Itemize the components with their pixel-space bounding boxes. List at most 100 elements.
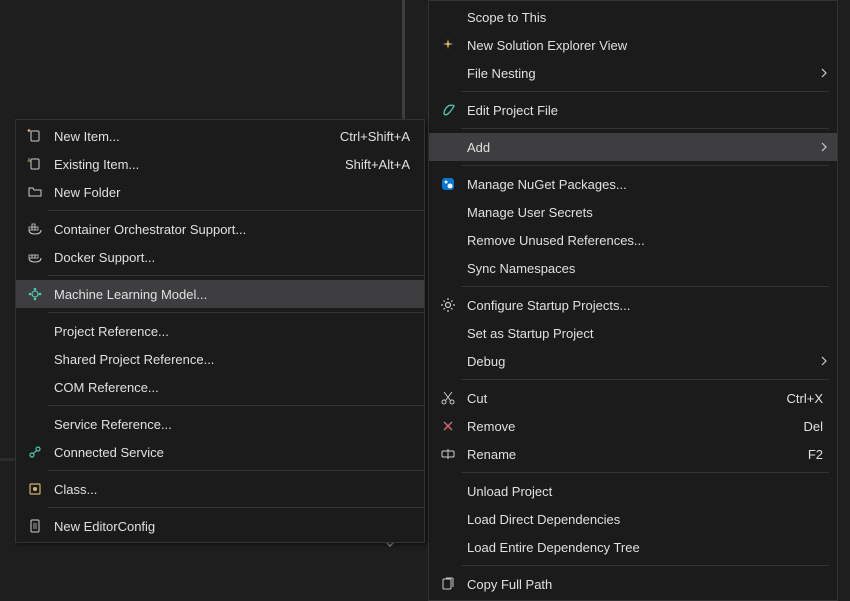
nuget-icon xyxy=(435,173,461,195)
menu-separator xyxy=(461,565,829,566)
menu-shortcut: Shift+Alt+A xyxy=(345,157,418,172)
class-icon xyxy=(22,478,48,500)
context-submenu-add: New Item... Ctrl+Shift+A Existing Item..… xyxy=(15,119,425,543)
menu-separator xyxy=(461,472,829,473)
empty-icon xyxy=(22,348,48,370)
menu-label: COM Reference... xyxy=(48,380,418,395)
menu-separator xyxy=(48,507,424,508)
container-icon xyxy=(22,218,48,240)
gear-icon xyxy=(435,294,461,316)
menu-debug[interactable]: Debug xyxy=(429,347,837,375)
empty-icon xyxy=(435,136,461,158)
empty-icon xyxy=(435,62,461,84)
menu-label: Cut xyxy=(461,391,787,406)
rename-icon xyxy=(435,443,461,465)
folder-icon xyxy=(22,181,48,203)
menu-load-entire-tree[interactable]: Load Entire Dependency Tree xyxy=(429,533,837,561)
menu-label: New Solution Explorer View xyxy=(461,38,831,53)
menu-label: Service Reference... xyxy=(48,417,418,432)
menu-label: Sync Namespaces xyxy=(461,261,831,276)
menu-label: Rename xyxy=(461,447,808,462)
menu-label: New Folder xyxy=(48,185,418,200)
menu-label: File Nesting xyxy=(461,66,817,81)
menu-set-startup[interactable]: Set as Startup Project xyxy=(429,319,837,347)
sparkle-icon xyxy=(435,34,461,56)
menu-separator xyxy=(461,91,829,92)
menu-machine-learning-model[interactable]: Machine Learning Model... xyxy=(16,280,424,308)
edit-icon xyxy=(435,99,461,121)
menu-label: Machine Learning Model... xyxy=(48,287,418,302)
ml-icon xyxy=(22,283,48,305)
menu-separator xyxy=(461,379,829,380)
menu-shortcut: Ctrl+Shift+A xyxy=(340,129,418,144)
menu-label: Docker Support... xyxy=(48,250,418,265)
menu-manage-user-secrets[interactable]: Manage User Secrets xyxy=(429,198,837,226)
menu-label: Project Reference... xyxy=(48,324,418,339)
menu-separator xyxy=(48,470,424,471)
menu-new-solution-explorer[interactable]: New Solution Explorer View xyxy=(429,31,837,59)
menu-label: Connected Service xyxy=(48,445,418,460)
menu-edit-project-file[interactable]: Edit Project File xyxy=(429,96,837,124)
menu-remove[interactable]: Remove Del xyxy=(429,412,837,440)
empty-icon xyxy=(435,201,461,223)
menu-label: Shared Project Reference... xyxy=(48,352,418,367)
menu-rename[interactable]: Rename F2 xyxy=(429,440,837,468)
menu-load-direct-deps[interactable]: Load Direct Dependencies xyxy=(429,505,837,533)
empty-icon xyxy=(22,376,48,398)
menu-connected-service[interactable]: Connected Service xyxy=(16,438,424,466)
menu-container-orch[interactable]: Container Orchestrator Support... xyxy=(16,215,424,243)
empty-icon xyxy=(435,229,461,251)
docker-icon xyxy=(22,246,48,268)
menu-separator xyxy=(461,286,829,287)
new-item-icon xyxy=(22,125,48,147)
empty-icon xyxy=(435,350,461,372)
menu-project-reference[interactable]: Project Reference... xyxy=(16,317,424,345)
menu-copy-full-path[interactable]: Copy Full Path xyxy=(429,570,837,598)
menu-cut[interactable]: Cut Ctrl+X xyxy=(429,384,837,412)
menu-scope-to-this[interactable]: Scope to This xyxy=(429,3,837,31)
menu-shortcut: Del xyxy=(803,419,831,434)
empty-icon xyxy=(435,480,461,502)
menu-label: Unload Project xyxy=(461,484,831,499)
menu-file-nesting[interactable]: File Nesting xyxy=(429,59,837,87)
menu-separator xyxy=(48,312,424,313)
menu-manage-nuget[interactable]: Manage NuGet Packages... xyxy=(429,170,837,198)
menu-sync-namespaces[interactable]: Sync Namespaces xyxy=(429,254,837,282)
menu-label: Add xyxy=(461,140,817,155)
menu-docker-support[interactable]: Docker Support... xyxy=(16,243,424,271)
menu-configure-startup[interactable]: Configure Startup Projects... xyxy=(429,291,837,319)
menu-shortcut: Ctrl+X xyxy=(787,391,831,406)
menu-com-reference[interactable]: COM Reference... xyxy=(16,373,424,401)
menu-class[interactable]: Class... xyxy=(16,475,424,503)
empty-icon xyxy=(435,257,461,279)
menu-unload-project[interactable]: Unload Project xyxy=(429,477,837,505)
menu-label: Copy Full Path xyxy=(461,577,831,592)
chevron-right-icon xyxy=(817,142,831,152)
empty-icon xyxy=(435,536,461,558)
menu-label: Edit Project File xyxy=(461,103,831,118)
menu-separator xyxy=(461,165,829,166)
menu-shared-project-reference[interactable]: Shared Project Reference... xyxy=(16,345,424,373)
menu-label: Container Orchestrator Support... xyxy=(48,222,418,237)
menu-label: New Item... xyxy=(48,129,340,144)
empty-icon xyxy=(22,413,48,435)
menu-label: Load Direct Dependencies xyxy=(461,512,831,527)
menu-remove-unused-references[interactable]: Remove Unused References... xyxy=(429,226,837,254)
menu-add[interactable]: Add xyxy=(429,133,837,161)
menu-new-folder[interactable]: New Folder xyxy=(16,178,424,206)
menu-label: Load Entire Dependency Tree xyxy=(461,540,831,555)
menu-label: Remove xyxy=(461,419,803,434)
chevron-right-icon xyxy=(817,356,831,366)
connected-icon xyxy=(22,441,48,463)
menu-label: Existing Item... xyxy=(48,157,345,172)
menu-new-editorconfig[interactable]: New EditorConfig xyxy=(16,512,424,540)
menu-separator xyxy=(48,210,424,211)
menu-existing-item[interactable]: Existing Item... Shift+Alt+A xyxy=(16,150,424,178)
menu-new-item[interactable]: New Item... Ctrl+Shift+A xyxy=(16,122,424,150)
menu-label: Set as Startup Project xyxy=(461,326,831,341)
menu-label: Class... xyxy=(48,482,418,497)
close-icon xyxy=(435,415,461,437)
existing-item-icon xyxy=(22,153,48,175)
empty-icon xyxy=(435,6,461,28)
menu-service-reference[interactable]: Service Reference... xyxy=(16,410,424,438)
